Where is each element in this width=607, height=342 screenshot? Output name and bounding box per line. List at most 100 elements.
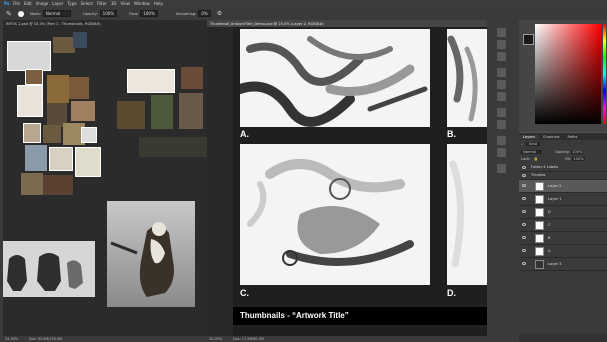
layer-thumbnail xyxy=(535,195,544,204)
layer-row[interactable]: C xyxy=(519,219,607,232)
reference-image xyxy=(75,147,101,177)
reference-image xyxy=(7,41,51,71)
tab-channels[interactable]: Channels xyxy=(539,135,564,139)
eye-icon[interactable] xyxy=(522,249,526,252)
layer-row[interactable]: Thumbs xyxy=(519,172,607,180)
eye-icon[interactable] xyxy=(522,210,526,213)
reference-image xyxy=(151,95,173,129)
eye-icon[interactable] xyxy=(522,223,526,226)
reference-image xyxy=(117,101,145,129)
color-picker-field[interactable] xyxy=(535,24,601,124)
flow-field[interactable]: 100% xyxy=(140,10,158,17)
document-tab[interactable]: INFOS 1.psd @ 33.3% (Part 1 - Thumbnails… xyxy=(3,20,207,27)
menu-item-app[interactable]: Ps xyxy=(4,1,9,6)
reference-image xyxy=(23,123,41,143)
brush-settings-icon[interactable] xyxy=(497,68,506,77)
menu-item-window[interactable]: Window xyxy=(134,1,150,6)
layer-row[interactable]: A xyxy=(519,245,607,258)
menu-item-filter[interactable]: Filter xyxy=(97,1,107,6)
layer-name: Layer 3 xyxy=(548,262,562,266)
eye-icon[interactable] xyxy=(522,236,526,239)
lock-icon[interactable]: 🔒 xyxy=(534,157,538,161)
styles-panel-icon[interactable] xyxy=(497,120,506,129)
eye-icon[interactable] xyxy=(522,262,526,265)
tab-layers[interactable]: Layers xyxy=(519,134,539,139)
color-panel xyxy=(519,20,607,132)
thumbnail-panel-b xyxy=(447,29,487,127)
doc2-info: Doc: 17.2M/60.5M xyxy=(233,337,264,341)
layer-name: Thumbs xyxy=(531,173,546,177)
foreground-color-swatch[interactable] xyxy=(523,34,534,45)
thumbnail-canvas[interactable]: A. B. C. D. Thumbnails - “Artwork Title” xyxy=(233,27,487,336)
character-panel-icon[interactable] xyxy=(497,80,506,89)
menu-item-file[interactable]: File xyxy=(13,1,20,6)
layer-row[interactable]: Layer 3 xyxy=(519,258,607,271)
layer-opacity-label: Opacity: xyxy=(555,150,570,154)
panel-label-d: D. xyxy=(447,288,456,298)
eye-icon[interactable] xyxy=(522,184,526,187)
reference-image xyxy=(49,147,73,171)
layer-row[interactable]: D xyxy=(519,206,607,219)
dwarf-figure-icon xyxy=(110,222,174,297)
panel-label-c: C. xyxy=(240,288,249,298)
reference-image xyxy=(73,32,87,48)
layer-name: Folder 4 Labels xyxy=(531,165,559,169)
kind-filter[interactable]: Kind xyxy=(526,142,541,146)
doc1-info: Doc: 93.0M/133.4M xyxy=(29,337,63,341)
reference-image xyxy=(25,69,43,85)
doc2-zoom[interactable]: 25.00% xyxy=(209,337,222,341)
eye-icon[interactable] xyxy=(522,166,526,169)
sketch-c-icon xyxy=(247,159,414,266)
layer-name: B xyxy=(548,236,551,240)
layer-list: Folder 4 Labels Thumbs Layer 2 Layer 1 D… xyxy=(519,164,607,334)
blend-mode-select[interactable]: Normal xyxy=(521,150,543,154)
adjustments-panel-icon[interactable] xyxy=(497,52,506,61)
menu-item-type[interactable]: Type xyxy=(67,1,76,6)
menu-item-view[interactable]: View xyxy=(120,1,130,6)
reference-image xyxy=(53,37,75,53)
layer-row[interactable]: B xyxy=(519,232,607,245)
tab-paths[interactable]: Paths xyxy=(564,135,582,139)
brush-preset-picker[interactable] xyxy=(17,10,24,17)
eye-icon[interactable] xyxy=(522,174,526,177)
layer-row-selected[interactable]: Layer 2 xyxy=(519,180,607,193)
hue-slider[interactable] xyxy=(603,24,606,124)
menu-item-3d[interactable]: 3D xyxy=(111,1,117,6)
brush-tool-icon[interactable]: ✎ xyxy=(6,10,12,18)
layer-thumbnail xyxy=(535,234,544,243)
layer-comps-icon[interactable] xyxy=(497,148,506,157)
fill-field[interactable]: 100% xyxy=(572,157,585,161)
mode-select[interactable]: Normal xyxy=(42,10,71,17)
smoothing-field[interactable]: 0% xyxy=(198,10,211,17)
document-tab-active[interactable]: Thumbnail_ArtworkTitle_Demo.psd @ 25.0% … xyxy=(207,20,487,27)
paragraph-panel-icon[interactable] xyxy=(497,92,506,101)
options-bar: ✎ Mode: Normal Opacity: 100% Flow: 100% … xyxy=(0,7,607,21)
opacity-field[interactable]: 100% xyxy=(99,10,118,17)
reference-image xyxy=(139,137,207,157)
menu-item-edit[interactable]: Edit xyxy=(24,1,32,6)
document-window-reference: INFOS 1.psd @ 33.3% (Part 1 - Thumbnails… xyxy=(3,20,207,342)
menu-item-help[interactable]: Help xyxy=(154,1,163,6)
menu-item-image[interactable]: Image xyxy=(36,1,49,6)
layer-filter-row: ⌕ Kind xyxy=(521,142,605,148)
layer-name: A xyxy=(548,249,551,253)
layers-panel: Layers Channels Paths ⌕ Kind Normal Opac… xyxy=(519,133,607,342)
layer-row[interactable]: Folder 4 Labels xyxy=(519,164,607,172)
doc1-zoom[interactable]: 33.33% xyxy=(5,337,18,341)
layer-row[interactable]: Layer 1 xyxy=(519,193,607,206)
layer-thumbnail xyxy=(535,221,544,230)
layer-opacity-field[interactable]: 100% xyxy=(571,150,584,154)
navigator-panel-icon[interactable] xyxy=(497,164,506,173)
history-panel-icon[interactable] xyxy=(497,28,506,37)
menu-item-select[interactable]: Select xyxy=(81,1,93,6)
reference-canvas[interactable] xyxy=(3,27,207,342)
info-panel-icon[interactable] xyxy=(497,108,506,117)
gear-icon[interactable]: ⚙ xyxy=(217,10,222,17)
sketch-d-icon xyxy=(449,160,465,268)
menu-item-layer[interactable]: Layer xyxy=(52,1,63,6)
reference-image xyxy=(69,77,89,99)
paths-panel-icon[interactable] xyxy=(497,136,506,145)
properties-panel-icon[interactable] xyxy=(497,40,506,49)
eye-icon[interactable] xyxy=(522,197,526,200)
reference-image xyxy=(25,145,47,171)
